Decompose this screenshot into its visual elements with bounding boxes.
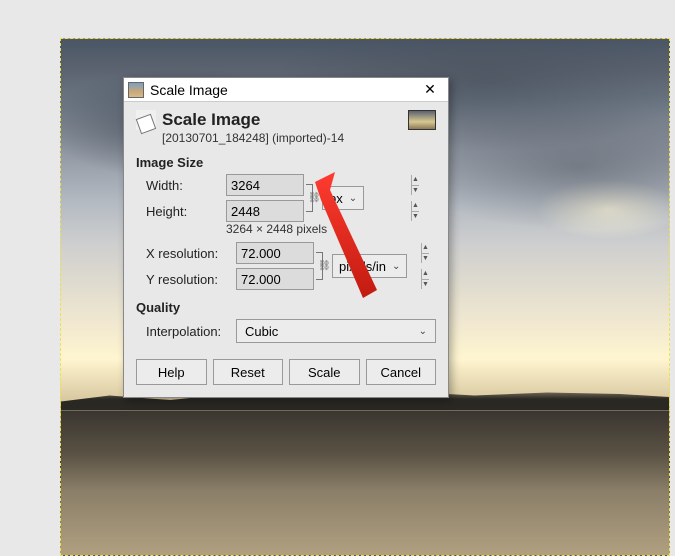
reset-button[interactable]: Reset (213, 359, 284, 385)
image-thumbnail (408, 110, 436, 130)
width-stepper[interactable]: ▲▼ (411, 175, 419, 195)
yres-stepper[interactable]: ▲▼ (421, 269, 429, 289)
chevron-down-icon: ⌄ (392, 261, 400, 272)
dialog-titlebar[interactable]: Scale Image ✕ (124, 78, 448, 102)
size-link-bracket: ⛓ (306, 174, 316, 222)
window-icon (128, 82, 144, 98)
height-input[interactable] (227, 201, 411, 221)
width-label: Width: (146, 178, 226, 193)
dimensions-text: 3264 × 2448 pixels (136, 222, 436, 236)
chevron-down-icon: ⌄ (419, 326, 427, 337)
dialog-heading: Scale Image (162, 110, 408, 130)
dialog-subheading: [20130701_184248] (imported)-14 (162, 131, 408, 145)
xres-label: X resolution: (146, 246, 236, 261)
dialog-body: Scale Image [20130701_184248] (imported)… (124, 102, 448, 397)
section-image-size: Image Size (136, 155, 436, 170)
yres-label: Y resolution: (146, 272, 236, 287)
size-unit-value: px (329, 191, 343, 206)
interpolation-label: Interpolation: (146, 324, 236, 339)
scale-image-dialog: Scale Image ✕ Scale Image [20130701_1842… (123, 77, 449, 398)
chevron-down-icon: ⌄ (349, 193, 357, 204)
height-label: Height: (146, 204, 226, 219)
section-quality: Quality (136, 300, 436, 315)
scale-button[interactable]: Scale (289, 359, 360, 385)
size-unit-select[interactable]: px ⌄ (322, 186, 364, 210)
res-unit-value: pixels/in (339, 259, 386, 274)
window-title: Scale Image (150, 82, 416, 98)
res-link-bracket: ⛓ (316, 242, 326, 290)
interpolation-value: Cubic (245, 324, 278, 339)
close-icon[interactable]: ✕ (416, 80, 444, 100)
scale-icon (136, 110, 156, 130)
height-spinbox[interactable]: ▲▼ (226, 200, 304, 222)
interpolation-select[interactable]: Cubic ⌄ (236, 319, 436, 343)
width-spinbox[interactable]: ▲▼ (226, 174, 304, 196)
cancel-button[interactable]: Cancel (366, 359, 437, 385)
res-unit-select[interactable]: pixels/in ⌄ (332, 254, 407, 278)
height-stepper[interactable]: ▲▼ (411, 201, 419, 221)
yres-spinbox[interactable]: ▲▼ (236, 268, 314, 290)
chain-link-icon[interactable]: ⛓ (308, 193, 321, 204)
help-button[interactable]: Help (136, 359, 207, 385)
xres-spinbox[interactable]: ▲▼ (236, 242, 314, 264)
xres-stepper[interactable]: ▲▼ (421, 243, 429, 263)
chain-link-icon[interactable]: ⛓ (318, 261, 331, 272)
